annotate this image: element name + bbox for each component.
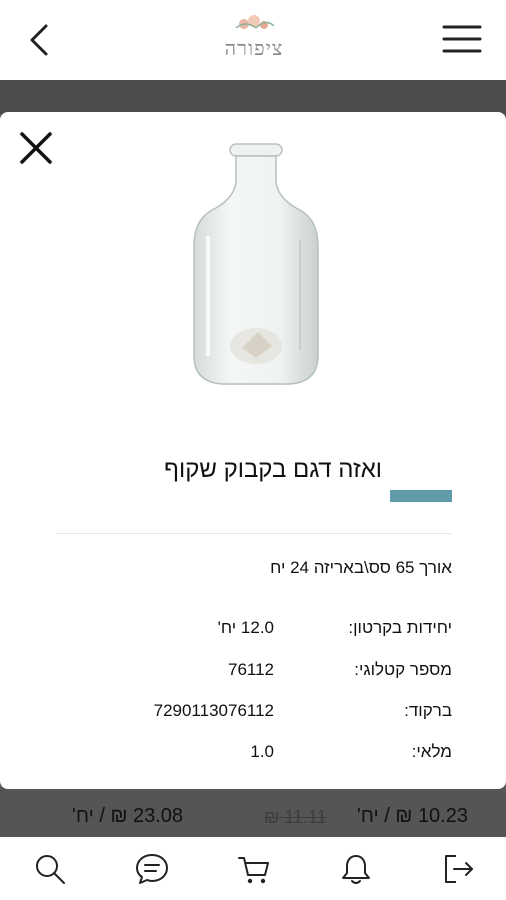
chat-bubble-icon [136, 854, 168, 884]
product-image [193, 143, 319, 385]
spec-value: 76112 [227, 660, 274, 679]
logo-text: ציפורה [224, 36, 284, 60]
old-price: 11.11 ₪ [264, 807, 327, 827]
brand-logo: ציפורה [218, 12, 290, 70]
spec-label: מספר קטלוגי: [354, 660, 452, 679]
product-description: אורך 65 סס\באריזה 24 יח [270, 558, 452, 577]
cart-icon [238, 857, 269, 884]
tab-notifications[interactable] [338, 851, 374, 887]
hamburger-menu-icon [442, 25, 482, 53]
search-icon [36, 855, 65, 884]
bottom-tab-bar [0, 837, 506, 900]
product-title: ואזה דגם בקבוק שקוף [164, 456, 382, 483]
spec-label: מלאי: [411, 742, 452, 761]
top-app-bar: ציפורה [0, 0, 506, 80]
logout-icon [445, 855, 473, 883]
spec-value: 12.0 יח' [217, 618, 274, 637]
spec-value: 1.0 [250, 742, 274, 761]
spec-label: ברקוד: [404, 701, 452, 720]
back-button[interactable] [24, 20, 56, 60]
tab-search[interactable] [32, 851, 68, 887]
spec-row-catalog-number: מספר קטלוגי: 76112 [0, 660, 506, 686]
chevron-left-icon [30, 24, 48, 56]
flower-logo-icon [235, 15, 275, 29]
price-per-unit-right: 10.23 ₪ / יח' [356, 805, 468, 827]
tab-logout[interactable] [440, 851, 476, 887]
bell-icon [342, 855, 370, 884]
spec-row-units-per-carton: יחידות בקרטון: 12.0 יח' [0, 618, 506, 644]
close-icon [20, 132, 52, 164]
background-price-row: 23.08 ₪ / יח' 11.11 ₪ 10.23 ₪ / יח' [0, 789, 506, 837]
divider [56, 533, 452, 534]
spec-label: יחידות בקרטון: [348, 618, 452, 637]
menu-button[interactable] [442, 22, 482, 56]
title-accent-bar [390, 490, 452, 502]
spec-value: 7290113076112 [153, 701, 274, 720]
price-per-unit-left: 23.08 ₪ / יח' [72, 805, 184, 827]
spec-row-stock: מלאי: 1.0 [0, 742, 506, 768]
background-strip [0, 80, 506, 114]
close-button[interactable] [18, 130, 54, 166]
spec-row-barcode: ברקוד: 7290113076112 [0, 701, 506, 727]
tab-messages[interactable] [134, 851, 170, 887]
product-details-modal: ואזה דגם בקבוק שקוף אורך 65 סס\באריזה 24… [0, 112, 506, 789]
tab-cart[interactable] [236, 851, 272, 887]
